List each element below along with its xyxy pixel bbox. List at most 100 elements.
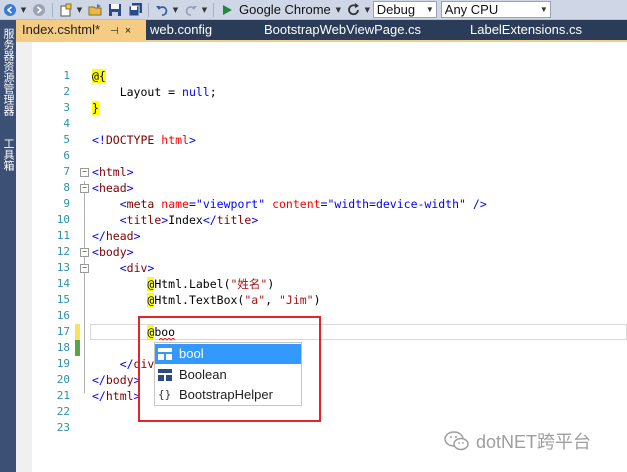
start-debug-icon[interactable] bbox=[219, 2, 235, 18]
redo-icon[interactable] bbox=[183, 2, 199, 18]
pin-icon[interactable]: ⊣ bbox=[110, 26, 119, 37]
change-marker-saved bbox=[75, 340, 80, 356]
watermark: dotNET跨平台 bbox=[444, 427, 624, 455]
code-token: ) bbox=[267, 277, 275, 291]
keyword-token: null bbox=[182, 85, 210, 99]
code-line: 8 − <html> bbox=[16, 164, 627, 194]
chevron-down-icon: ▼ bbox=[425, 5, 434, 14]
code-token: body bbox=[105, 373, 134, 387]
configuration-value: Debug bbox=[376, 2, 416, 17]
tab-index-cshtml[interactable]: Index.cshtml* ⊣ × bbox=[16, 20, 146, 40]
toolbar-separator bbox=[213, 2, 214, 17]
run-target-label[interactable]: Google Chrome bbox=[239, 2, 331, 17]
code-line: 17 bbox=[16, 308, 627, 338]
tab-web-config[interactable]: web.config bbox=[150, 20, 212, 40]
collapse-icon[interactable]: − bbox=[80, 264, 89, 273]
code-token: < bbox=[119, 213, 127, 227]
tab-bootstrap-webviewpage[interactable]: BootstrapWebViewPage.cs bbox=[264, 20, 421, 40]
annotation-highlight-box bbox=[138, 316, 321, 422]
code-text: <title>Index</title> bbox=[92, 212, 259, 228]
redo-dropdown-icon[interactable]: ▼ bbox=[201, 6, 208, 14]
code-token: < bbox=[119, 261, 127, 275]
code-text: <head> bbox=[92, 180, 134, 196]
code-token: </ bbox=[92, 373, 106, 387]
code-token: > bbox=[126, 181, 134, 195]
code-token: "width=device-width" bbox=[327, 197, 466, 211]
code-text: <meta name="viewport" content="width=dev… bbox=[92, 196, 487, 212]
code-line: 7 bbox=[16, 148, 627, 178]
new-project-dropdown-icon[interactable]: ▼ bbox=[76, 6, 83, 14]
new-project-icon[interactable] bbox=[58, 2, 74, 18]
tab-label: BootstrapWebViewPage.cs bbox=[264, 22, 422, 37]
toolbar: ▼ ▼ ▼ ▼ Google Chrome ▼ ▼ Debug ▼ Any CP… bbox=[0, 0, 627, 20]
tab-label: LabelExtensions.cs bbox=[470, 22, 583, 37]
code-token: DOCTYPE bbox=[105, 133, 155, 147]
code-token: body bbox=[98, 245, 127, 259]
code-line: 4 } bbox=[16, 100, 627, 130]
code-token: < bbox=[92, 165, 99, 179]
save-all-icon[interactable] bbox=[127, 2, 143, 18]
code-token: ; bbox=[209, 85, 217, 99]
code-line: 21 </body> bbox=[16, 372, 627, 402]
platform-value: Any CPU bbox=[444, 2, 499, 17]
code-token: < bbox=[92, 181, 99, 195]
code-line: 2 @{ bbox=[16, 68, 627, 98]
collapse-icon[interactable]: − bbox=[80, 184, 89, 193]
code-token: </ bbox=[202, 213, 217, 227]
refresh-dropdown-icon[interactable]: ▼ bbox=[364, 6, 371, 14]
open-folder-icon[interactable] bbox=[87, 2, 103, 18]
code-token: div bbox=[126, 261, 148, 275]
code-line: 1 bbox=[16, 52, 627, 82]
code-token: meta bbox=[126, 197, 155, 211]
code-text: </html> bbox=[92, 388, 141, 404]
code-token: > bbox=[126, 245, 134, 259]
code-token: <! bbox=[92, 133, 106, 147]
platform-combo[interactable]: Any CPU ▼ bbox=[440, 1, 551, 18]
code-token: title bbox=[216, 213, 252, 227]
refresh-icon[interactable] bbox=[346, 2, 362, 18]
forward-icon[interactable] bbox=[31, 2, 47, 18]
watermark-text: dotNET跨平台 bbox=[476, 432, 592, 452]
code-token: > bbox=[147, 261, 155, 275]
document-tab-strip: Index.cshtml* ⊣ × web.config BootstrapWebV… bbox=[16, 20, 627, 42]
code-token: "viewport" bbox=[195, 197, 266, 211]
change-marker-unsaved bbox=[75, 324, 80, 340]
code-line: 19 bbox=[16, 340, 627, 370]
code-editor[interactable]: 1 2 @{ 3 Layout = null; 4 } 5 6 <!DOCTYP… bbox=[16, 42, 627, 472]
undo-icon[interactable] bbox=[154, 2, 170, 18]
toolbox-tab[interactable]: 工具箱 bbox=[2, 138, 15, 171]
server-explorer-tab[interactable]: 服务器资源管理器 bbox=[2, 28, 15, 116]
code-line: 12 </head> bbox=[16, 228, 627, 258]
code-token: html bbox=[161, 133, 189, 147]
razor-block-open: @{ bbox=[92, 69, 106, 83]
tab-label: web.config bbox=[150, 22, 213, 37]
code-line: 6 <!DOCTYPE html> bbox=[16, 132, 627, 162]
code-token: title bbox=[126, 213, 162, 227]
code-token: html bbox=[98, 165, 127, 179]
code-line: 18 @boo bbox=[16, 324, 627, 354]
close-icon[interactable]: × bbox=[125, 25, 131, 37]
code-token: Layout bbox=[119, 85, 162, 99]
tab-label-extensions[interactable]: LabelExtensions.cs bbox=[470, 20, 582, 40]
back-icon[interactable] bbox=[2, 2, 18, 18]
undo-dropdown-icon[interactable]: ▼ bbox=[172, 6, 179, 14]
code-text: </head> bbox=[92, 228, 141, 244]
code-token: html bbox=[105, 389, 134, 403]
collapse-icon[interactable]: − bbox=[80, 248, 89, 257]
code-token: </ bbox=[119, 357, 134, 371]
code-text: Layout = null; bbox=[92, 84, 217, 100]
code-text: @Html.Label("姓名") bbox=[92, 276, 274, 292]
code-text: </body> bbox=[92, 372, 141, 388]
back-dropdown-icon[interactable]: ▼ bbox=[20, 6, 27, 14]
string-token: "Jim" bbox=[278, 293, 314, 307]
code-line: 15 @Html.Label("姓名") bbox=[16, 276, 627, 306]
code-line: 11 <title>Index</title> bbox=[16, 212, 627, 242]
collapse-icon[interactable]: − bbox=[80, 168, 89, 177]
configuration-combo[interactable]: Debug ▼ bbox=[372, 1, 437, 18]
code-token: > bbox=[133, 229, 141, 243]
run-target-dropdown-icon[interactable]: ▼ bbox=[335, 6, 342, 14]
code-text: @{ bbox=[92, 68, 106, 84]
string-token: "a" bbox=[244, 293, 266, 307]
code-token: < bbox=[92, 245, 99, 259]
save-icon[interactable] bbox=[107, 2, 123, 18]
